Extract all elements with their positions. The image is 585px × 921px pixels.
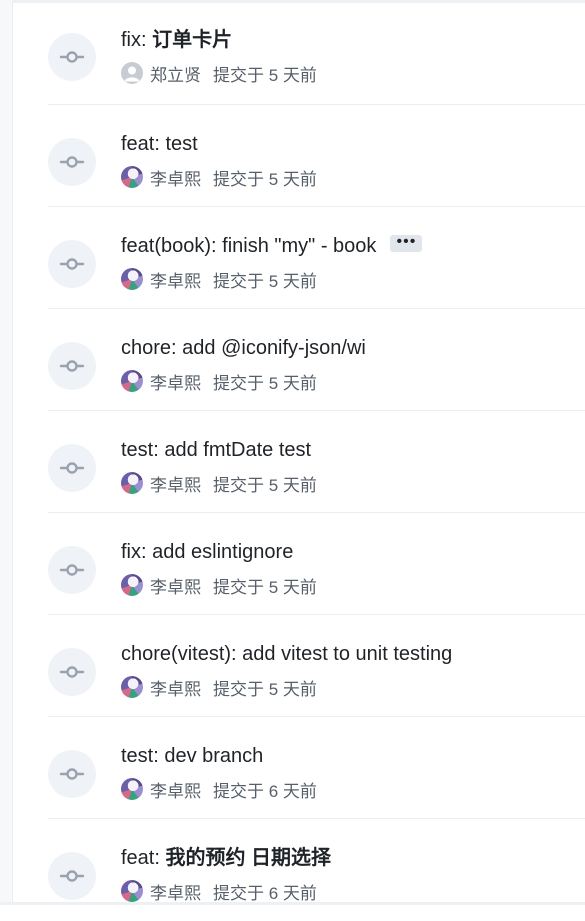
commit-title-text: feat(book): finish "my" - book [121,235,377,257]
commit-title[interactable]: feat: 我的预约 日期选择 [121,846,331,870]
commit-title-text: test: add fmtDate test [121,439,312,461]
git-commit-icon [48,138,96,186]
git-commit-icon [48,33,96,81]
author-name[interactable]: 李卓熙 [150,471,201,496]
commit-time: 提交于 5 天前 [213,475,317,495]
commit-title[interactable]: fix: 订单卡片 [121,28,232,52]
avatar[interactable] [121,472,143,494]
author-name[interactable]: 郑立贤 [150,61,201,86]
git-commit-icon [48,444,96,492]
commit-title[interactable]: test: dev branch [121,744,263,768]
commit-meta: 李卓熙 提交于 5 天前 [121,471,317,495]
commit-row[interactable]: chore(vitest): add vitest to unit testin… [48,615,585,717]
commit-time: 提交于 5 天前 [213,373,317,393]
git-commit-icon [48,342,96,390]
commit-time: 提交于 6 天前 [213,781,317,801]
avatar[interactable] [121,880,143,902]
commit-row[interactable]: chore: add @iconify-json/wi 李卓熙 提交于 5 天前 [48,309,585,411]
commit-title-text: test: dev branch [121,745,264,767]
commit-title[interactable]: fix: add eslintignore [121,540,293,564]
commit-title[interactable]: test: add fmtDate test [121,438,311,462]
avatar[interactable] [121,370,143,392]
commit-meta: 李卓熙 提交于 5 天前 [121,165,317,189]
commit-meta: 李卓熙 提交于 5 天前 [121,573,317,597]
commit-title-text: fix: [121,29,153,51]
commit-row[interactable]: test: add fmtDate test 李卓熙 提交于 5 天前 [48,411,585,513]
commit-list: fix: 订单卡片 郑立贤 提交于 5 天前 feat: test 李卓熙 提交… [48,0,585,921]
avatar[interactable] [121,676,143,698]
git-commit-icon [48,240,96,288]
commit-title-text: feat: test [121,133,198,155]
git-commit-icon [48,750,96,798]
git-commit-icon [48,648,96,696]
commit-title-text: chore(vitest): add vitest to unit testin… [121,643,453,665]
commit-title-text: fix: add eslintignore [121,541,294,563]
commit-meta: 李卓熙 提交于 5 天前 [121,675,317,699]
commit-row[interactable]: test: dev branch 李卓熙 提交于 6 天前 [48,717,585,819]
commit-meta: 李卓熙 提交于 5 天前 [121,267,317,291]
commit-meta: 李卓熙 提交于 6 天前 [121,777,317,801]
avatar[interactable] [121,268,143,290]
commit-time: 提交于 5 天前 [213,577,317,597]
commit-meta: 李卓熙 提交于 5 天前 [121,369,317,393]
author-name[interactable]: 李卓熙 [150,879,201,904]
commit-title-text: chore: add @iconify-json/wi [121,337,366,359]
commit-row[interactable]: fix: 订单卡片 郑立贤 提交于 5 天前 [48,0,585,105]
author-name[interactable]: 李卓熙 [150,675,201,700]
commit-time: 提交于 6 天前 [213,883,317,903]
author-name[interactable]: 李卓熙 [150,267,201,292]
commit-title-cjk: 我的预约 日期选择 [165,847,332,869]
avatar[interactable] [121,166,143,188]
left-gutter [0,0,13,905]
avatar[interactable] [121,62,143,84]
commit-time: 提交于 5 天前 [213,271,317,291]
expand-message-button[interactable]: ••• [390,234,423,253]
git-commit-icon [48,546,96,594]
commit-time: 提交于 5 天前 [213,679,317,699]
author-name[interactable]: 李卓熙 [150,369,201,394]
commit-row[interactable]: feat(book): finish "my" - book ••• 李卓熙 提交… [48,207,585,309]
commit-meta: 李卓熙 提交于 6 天前 [121,879,317,903]
avatar[interactable] [121,778,143,800]
commit-title[interactable]: chore(vitest): add vitest to unit testin… [121,642,452,666]
commit-title[interactable]: chore: add @iconify-json/wi [121,336,366,360]
author-name[interactable]: 李卓熙 [150,165,201,190]
commit-time: 提交于 5 天前 [213,169,317,189]
commit-row[interactable]: feat: 我的预约 日期选择 李卓熙 提交于 6 天前 [48,819,585,921]
git-commit-icon [48,852,96,900]
commit-title[interactable]: feat: test [121,132,198,156]
commit-row[interactable]: feat: test 李卓熙 提交于 5 天前 [48,105,585,207]
commit-meta: 郑立贤 提交于 5 天前 [121,61,317,85]
commit-title[interactable]: feat(book): finish "my" - book ••• [121,234,423,258]
commit-title-cjk: 订单卡片 [152,29,233,51]
commit-title-text: feat: [121,847,166,869]
commit-row[interactable]: fix: add eslintignore 李卓熙 提交于 5 天前 [48,513,585,615]
author-name[interactable]: 李卓熙 [150,573,201,598]
author-name[interactable]: 李卓熙 [150,777,201,802]
avatar[interactable] [121,574,143,596]
commit-time: 提交于 5 天前 [213,65,317,85]
